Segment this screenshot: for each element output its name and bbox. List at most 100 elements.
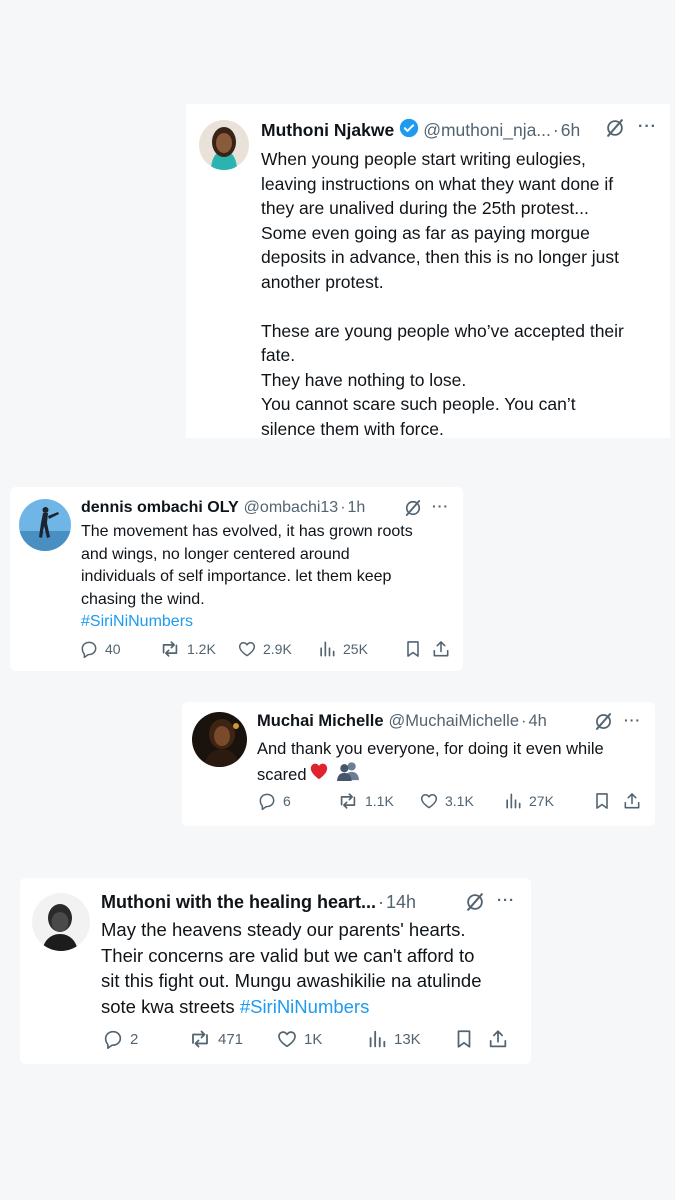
text-line: The movement has evolved, it has grown r… (81, 523, 413, 540)
avatar[interactable] (32, 893, 90, 951)
views-count: 27K (529, 793, 554, 809)
share-button[interactable] (487, 1028, 509, 1050)
repost-button[interactable]: 471 (188, 1027, 276, 1051)
avatar[interactable] (19, 499, 71, 551)
display-name[interactable]: dennis ombachi OLY (81, 499, 239, 517)
handle[interactable]: @MuchaiMichelle (389, 712, 519, 731)
reply-count: 2 (130, 1030, 139, 1048)
avatar[interactable] (199, 120, 249, 170)
text-line: You cannot scare such people. You can’t (261, 394, 576, 414)
display-name[interactable]: Muthoni Njakwe (261, 120, 394, 141)
grok-icon[interactable] (604, 117, 626, 139)
timestamp[interactable]: 1h (348, 499, 366, 517)
separator: · (521, 712, 527, 730)
text-fragment: scared (257, 765, 307, 784)
share-icon (622, 791, 642, 811)
reply-button[interactable]: 6 (257, 791, 337, 811)
text-line: These are young people who’ve accepted t… (261, 320, 624, 341)
repost-icon (337, 790, 359, 812)
display-name[interactable]: Muchai Michelle (257, 712, 384, 731)
action-bar: 2 471 1K 13K (102, 1027, 522, 1051)
timestamp[interactable]: 14h (386, 892, 416, 913)
timestamp[interactable]: 6h (561, 120, 580, 141)
text-line: chasing the wind. (81, 590, 205, 608)
grok-icon[interactable] (593, 711, 614, 732)
tweet-card[interactable]: Muchai Michelle @MuchaiMichelle · 4h ···… (182, 702, 655, 826)
bookmark-icon (453, 1028, 475, 1050)
like-button[interactable]: 1K (276, 1028, 366, 1050)
action-bar: 6 1.1K 3.1K 27K (257, 790, 642, 812)
text-line: fate. (261, 345, 296, 365)
repost-count: 1.2K (187, 641, 216, 657)
text-line: and wings, no longer centered around (81, 545, 350, 563)
bookmark-button[interactable] (403, 639, 431, 659)
views-count: 25K (343, 641, 368, 657)
separator: · (378, 892, 384, 912)
repost-icon (188, 1027, 212, 1051)
reply-button[interactable]: 2 (102, 1028, 188, 1050)
repost-button[interactable]: 1.2K (159, 638, 237, 660)
separator: · (340, 499, 346, 516)
reply-button[interactable]: 40 (79, 639, 159, 659)
views-icon (503, 791, 523, 811)
more-icon[interactable]: ··· (624, 712, 641, 728)
more-icon[interactable]: ··· (432, 498, 449, 514)
share-button[interactable] (431, 639, 451, 659)
like-icon (276, 1028, 298, 1050)
verified-badge-icon (399, 118, 419, 143)
bookmark-button[interactable] (453, 1028, 487, 1050)
views-button[interactable]: 25K (317, 639, 403, 659)
views-button[interactable]: 13K (366, 1028, 453, 1050)
share-button[interactable] (622, 791, 642, 811)
text-line: silence them with force. (261, 418, 444, 439)
text-line: May the heavens steady our parents' hear… (101, 919, 466, 940)
red-heart-icon (309, 762, 329, 787)
tweet-header: Muthoni with the healing heart... · 14h (101, 892, 416, 913)
more-icon[interactable]: ··· (638, 118, 657, 136)
like-icon (237, 639, 257, 659)
repost-button[interactable]: 1.1K (337, 790, 419, 812)
text-line: scared (257, 761, 647, 788)
hashtag-link[interactable]: #SiriNiNumbers (240, 996, 370, 1017)
text-line: When young people start writing eulogies… (261, 149, 586, 169)
reply-icon (102, 1028, 124, 1050)
views-icon (366, 1028, 388, 1050)
text-line: sote kwa streets #SiriNiNumbers (101, 994, 526, 1020)
text-line: they are unalived during the 25th protes… (261, 198, 589, 218)
tweet-text: And thank you everyone, for doing it eve… (257, 737, 647, 788)
display-name[interactable]: Muthoni with the healing heart... (101, 892, 376, 913)
share-icon (487, 1028, 509, 1050)
like-button[interactable]: 3.1K (419, 791, 503, 811)
tweet-card[interactable]: Muthoni Njakwe @muthoni_nja... · 6h ··· … (186, 104, 670, 441)
text-line: sit this fight out. Mungu awashikilie na… (101, 970, 482, 991)
reply-count: 40 (105, 641, 121, 657)
busts-in-silhouette-icon (336, 761, 360, 788)
grok-icon[interactable] (403, 498, 423, 518)
text-line: Their concerns are valid but we can't af… (101, 944, 475, 966)
tweet-text: The movement has evolved, it has grown r… (81, 521, 456, 634)
share-icon (431, 639, 451, 659)
handle[interactable]: @muthoni_nja... (423, 120, 551, 141)
tweet-header: dennis ombachi OLY @ombachi13 · 1h (81, 499, 365, 517)
more-icon[interactable]: ··· (497, 892, 515, 909)
tweet-text: May the heavens steady our parents' hear… (101, 917, 526, 1019)
like-count: 1K (304, 1030, 323, 1048)
like-count: 2.9K (263, 641, 292, 657)
bookmark-icon (403, 639, 423, 659)
hashtag-link[interactable]: #SiriNiNumbers (81, 611, 456, 634)
repost-count: 471 (218, 1030, 244, 1048)
tweet-card[interactable]: dennis ombachi OLY @ombachi13 · 1h ··· T… (10, 487, 463, 671)
avatar[interactable] (192, 712, 247, 767)
like-button[interactable]: 2.9K (237, 639, 317, 659)
repost-icon (159, 638, 181, 660)
repost-count: 1.1K (365, 793, 394, 809)
bookmark-button[interactable] (592, 791, 622, 811)
tweet-text: When young people start writing eulogies… (261, 147, 661, 441)
views-button[interactable]: 27K (503, 791, 592, 811)
grok-icon[interactable] (464, 891, 486, 913)
tweet-header: Muthoni Njakwe @muthoni_nja... · 6h (261, 118, 580, 143)
timestamp[interactable]: 4h (529, 712, 547, 731)
views-icon (317, 639, 337, 659)
tweet-card[interactable]: Muthoni with the healing heart... · 14h … (20, 878, 531, 1064)
handle[interactable]: @ombachi13 (244, 499, 339, 517)
